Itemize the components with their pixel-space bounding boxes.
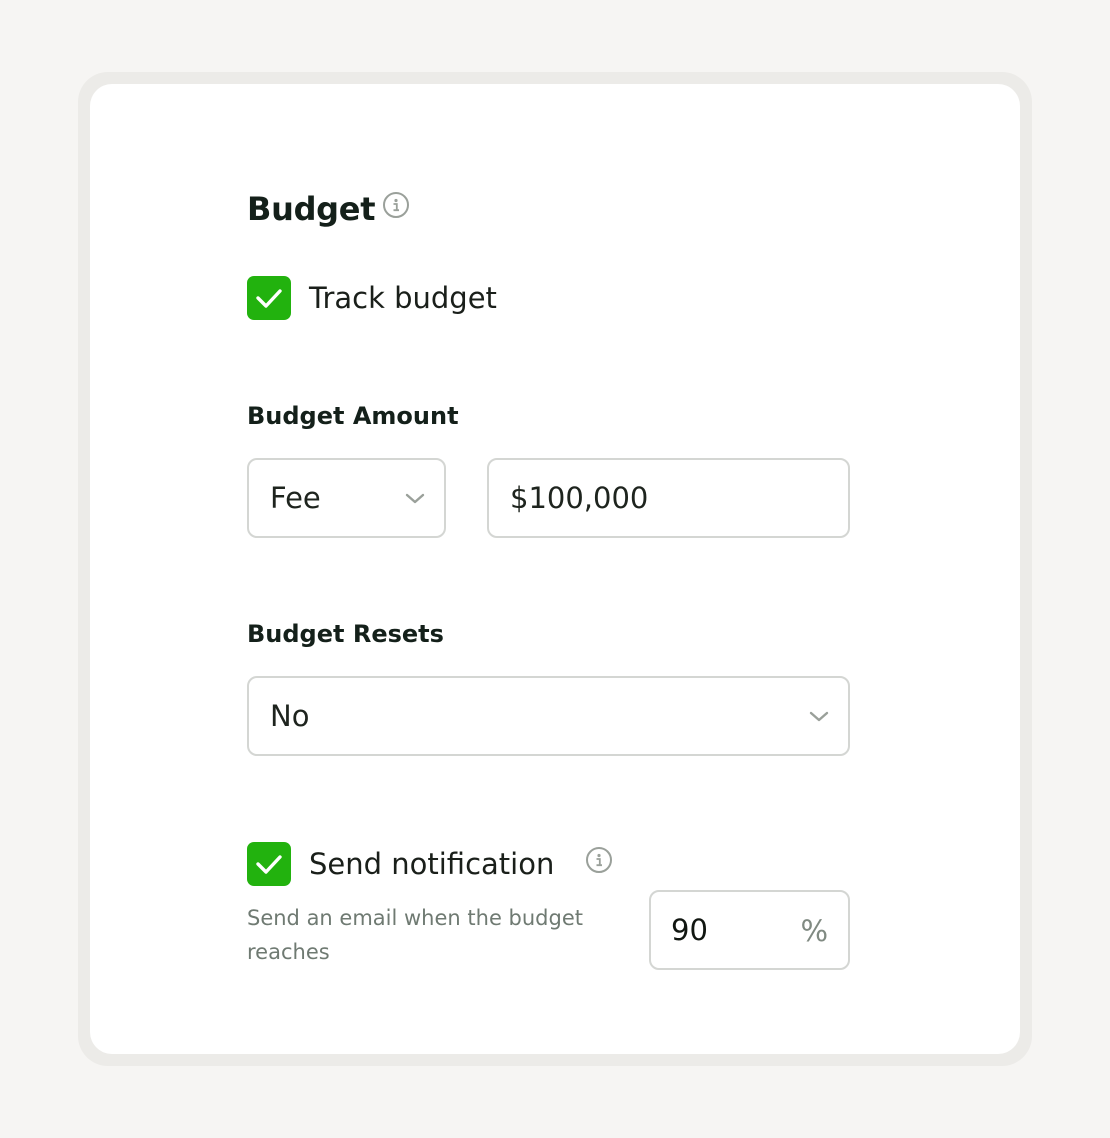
notification-help-line-2: reaches bbox=[247, 940, 330, 964]
budget-type-value: Fee bbox=[270, 481, 321, 515]
budget-title: Budget bbox=[247, 190, 376, 228]
budget-type-select[interactable]: Fee bbox=[247, 458, 446, 538]
send-notification-label[interactable]: Send notification bbox=[309, 846, 554, 882]
chevron-down-icon bbox=[405, 493, 425, 504]
budget-amount-value: $100,000 bbox=[510, 481, 649, 515]
threshold-value: 90 bbox=[671, 913, 708, 947]
track-budget-label[interactable]: Track budget bbox=[309, 280, 497, 316]
budget-card: Budget Track budget Budget Amount Fee $1… bbox=[90, 84, 1020, 1054]
check-icon bbox=[256, 289, 282, 308]
chevron-down-icon bbox=[809, 711, 829, 722]
send-notification-checkbox[interactable] bbox=[247, 842, 291, 886]
notification-threshold-input[interactable]: 90 % bbox=[649, 890, 850, 970]
notification-help-line-1: Send an email when the budget bbox=[247, 906, 583, 930]
notification-info-icon[interactable] bbox=[586, 847, 612, 873]
budget-resets-select[interactable]: No bbox=[247, 676, 850, 756]
budget-amount-label: Budget Amount bbox=[247, 402, 459, 430]
notification-help-text: Send an email when the budget reaches bbox=[247, 901, 617, 969]
percent-unit: % bbox=[800, 914, 828, 948]
track-budget-checkbox[interactable] bbox=[247, 276, 291, 320]
budget-info-icon[interactable] bbox=[383, 192, 409, 218]
budget-resets-label: Budget Resets bbox=[247, 620, 444, 648]
budget-resets-value: No bbox=[270, 699, 310, 733]
check-icon bbox=[256, 855, 282, 874]
budget-amount-input[interactable]: $100,000 bbox=[487, 458, 850, 538]
